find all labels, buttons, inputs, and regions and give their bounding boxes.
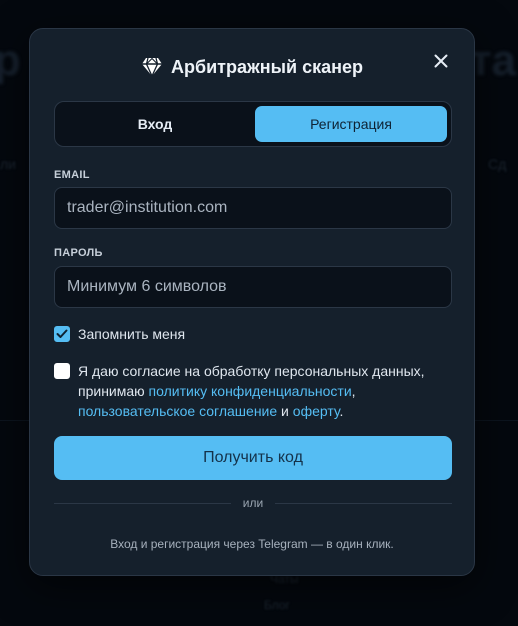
auth-tabs: Вход Регистрация: [54, 101, 452, 147]
divider-line-left: [54, 502, 231, 504]
background-text-fragment: ли: [0, 156, 16, 172]
consent-period: .: [339, 403, 344, 419]
background-text-fragment-right: Сд: [488, 156, 507, 172]
tab-register[interactable]: Регистрация: [255, 106, 447, 142]
divider-line-right: [275, 502, 453, 504]
or-divider: или: [54, 495, 453, 511]
background-footer-text-2: Блог: [264, 598, 290, 612]
get-code-button[interactable]: Получить код: [54, 436, 452, 480]
remember-me-checkbox[interactable]: [54, 326, 70, 342]
background-heading-fragment-right: та: [470, 36, 517, 85]
password-label: ПАРОЛЬ: [54, 247, 103, 259]
remember-me-label: Запомнить меня: [78, 326, 186, 342]
email-input[interactable]: [54, 187, 452, 229]
modal-header: Арбитражный сканер: [30, 55, 474, 79]
diamond-icon: [142, 57, 162, 77]
password-input[interactable]: [54, 266, 452, 308]
email-label: EMAIL: [54, 169, 90, 181]
offer-link[interactable]: оферту: [293, 403, 340, 419]
consent-comma: ,: [351, 383, 356, 399]
user-agreement-link[interactable]: пользовательское соглашение: [78, 403, 277, 419]
modal-title: Арбитражный сканер: [171, 56, 363, 77]
checkmark-icon: [56, 329, 68, 338]
telegram-footnote: Вход и регистрация через Telegram — в од…: [110, 537, 394, 551]
close-icon[interactable]: [434, 54, 448, 68]
consent-and: и: [277, 403, 293, 419]
divider-label: или: [242, 496, 264, 510]
auth-modal: Арбитражный сканер Вход Регистрация EMAI…: [29, 28, 475, 576]
background-heading-fragment: р: [0, 36, 21, 85]
privacy-policy-link[interactable]: политику конфиденциальности: [149, 383, 352, 399]
remember-me-row: Запомнить меня: [54, 326, 185, 344]
close-button[interactable]: [430, 50, 452, 72]
tab-login[interactable]: Вход: [59, 106, 251, 142]
consent-checkbox[interactable]: [54, 363, 70, 379]
consent-text: Я даю согласие на обработку персональных…: [78, 361, 458, 421]
consent-row: Я даю согласие на обработку персональных…: [54, 363, 458, 421]
